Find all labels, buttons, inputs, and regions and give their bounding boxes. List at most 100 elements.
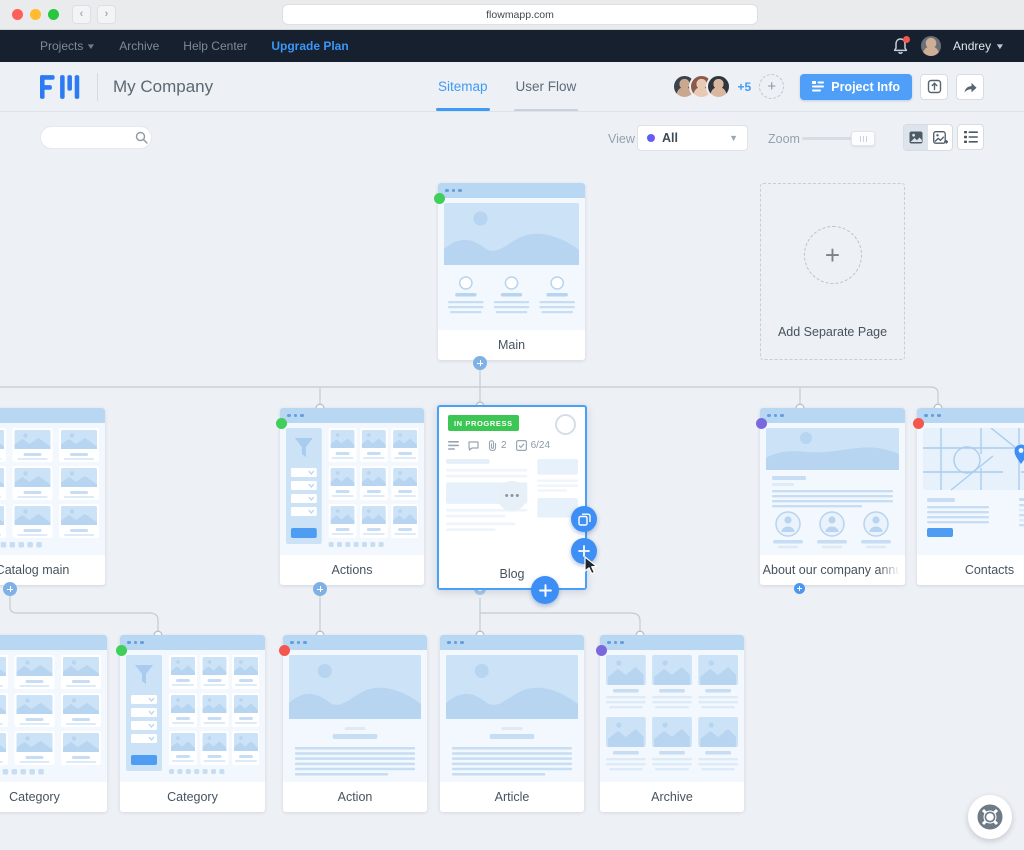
- page-label: Archive: [600, 782, 744, 812]
- status-dot-green: [276, 418, 287, 429]
- card-header: [280, 408, 424, 423]
- show-thumbnails-button[interactable]: [904, 125, 928, 150]
- wireframe-landing: [438, 198, 585, 330]
- page-label: Category: [0, 782, 107, 812]
- add-child-node-actions[interactable]: [313, 582, 327, 596]
- page-card-category-1[interactable]: Category: [0, 635, 107, 812]
- page-label: Article: [440, 782, 584, 812]
- more-options-button[interactable]: [497, 481, 527, 511]
- wireframe-contacts: [917, 423, 1024, 555]
- add-child-node-about[interactable]: [794, 583, 805, 594]
- page-card-catalog-main[interactable]: Catalog main: [0, 408, 105, 585]
- page-label: Actions: [280, 555, 424, 585]
- page-card-archive[interactable]: Archive: [600, 635, 744, 812]
- share-button[interactable]: [956, 74, 984, 100]
- life-buoy-icon: [977, 804, 1003, 830]
- add-collaborator-button[interactable]: +: [759, 74, 784, 99]
- add-child-node-catalog[interactable]: [3, 582, 17, 596]
- status-dot-purple: [596, 645, 607, 656]
- progress-ring[interactable]: [555, 414, 576, 435]
- add-page-label: Add Separate Page: [761, 325, 904, 339]
- image-export-icon: [933, 131, 948, 144]
- card-header: [0, 635, 107, 650]
- close-window-icon[interactable]: [12, 9, 23, 20]
- card-header: [283, 635, 427, 650]
- tab-sitemap[interactable]: Sitemap: [438, 62, 488, 111]
- wireframe-filter-catalog: [120, 650, 265, 782]
- page-card-article[interactable]: Article: [440, 635, 584, 812]
- page-card-main[interactable]: Main: [438, 183, 585, 360]
- checklist-icon: [516, 440, 527, 451]
- page-card-actions[interactable]: Actions: [280, 408, 424, 585]
- wireframe-catalog: [0, 423, 105, 555]
- thumbnail-view-toggle: [903, 124, 953, 151]
- page-label: Contacts: [917, 555, 1024, 585]
- page-card-action[interactable]: Action: [283, 635, 427, 812]
- project-title: My Company: [113, 77, 213, 97]
- list-view-button[interactable]: [957, 124, 984, 150]
- back-icon[interactable]: ‹: [72, 5, 91, 24]
- status-dot-purple: [756, 418, 767, 429]
- flowmapp-logo-icon[interactable]: [40, 75, 82, 99]
- page-label: Main: [438, 330, 585, 360]
- add-separate-page-button[interactable]: + Add Separate Page: [760, 183, 905, 360]
- task-progress: 6/24: [531, 440, 550, 451]
- page-card-contacts[interactable]: Contacts: [917, 408, 1024, 585]
- chevron-down-icon: ▼: [729, 133, 738, 143]
- status-dot-red: [913, 418, 924, 429]
- export-icon: [927, 79, 942, 94]
- divider: [97, 73, 98, 101]
- wireframe-about: [760, 423, 905, 555]
- wireframe-catalog: [0, 650, 107, 782]
- attachment-count: 2: [501, 440, 507, 451]
- card-header: [600, 635, 744, 650]
- app-header: My Company Sitemap User Flow +5 + Projec…: [0, 62, 1024, 112]
- search-icon: [135, 131, 148, 144]
- notifications-button[interactable]: [892, 37, 909, 55]
- image-view-icon: [909, 131, 923, 144]
- search-input[interactable]: [51, 132, 135, 144]
- card-header: [120, 635, 265, 650]
- card-header: [0, 408, 105, 423]
- url-bar[interactable]: flowmapp.com: [283, 5, 757, 24]
- nav-item-projects[interactable]: Projects▼: [40, 39, 95, 53]
- avatar[interactable]: [921, 36, 941, 56]
- page-card-blog-selected[interactable]: IN PROGRESS 2 6/24 Blog: [437, 405, 587, 590]
- mouse-cursor-icon: [584, 556, 600, 575]
- duplicate-page-button[interactable]: [571, 506, 597, 532]
- nav-item-help-center[interactable]: Help Center: [183, 39, 247, 53]
- zoom-slider-handle[interactable]: [851, 131, 875, 146]
- export-button[interactable]: [920, 74, 948, 100]
- url-text: flowmapp.com: [486, 9, 554, 21]
- page-card-about[interactable]: About our company annu: [760, 408, 905, 585]
- add-page-below-button[interactable]: [531, 576, 559, 604]
- status-badge: IN PROGRESS: [448, 415, 519, 431]
- status-dot-green: [434, 193, 445, 204]
- view-filter-value: All: [662, 131, 678, 145]
- hide-thumbnails-button[interactable]: [928, 125, 952, 150]
- help-button[interactable]: [968, 795, 1012, 839]
- nav-item-archive[interactable]: Archive: [119, 39, 159, 53]
- project-info-button[interactable]: Project Info: [800, 74, 912, 100]
- wireframe-article: [283, 650, 427, 782]
- notification-badge: [903, 36, 910, 43]
- page-label: Action: [283, 782, 427, 812]
- nav-item-upgrade-plan[interactable]: Upgrade Plan: [271, 39, 348, 53]
- page-label: Category: [120, 782, 265, 812]
- page-card-category-2[interactable]: Category: [120, 635, 265, 812]
- user-menu[interactable]: Andrey ▼: [953, 39, 1004, 53]
- plus-icon: +: [804, 226, 862, 284]
- top-nav: Projects▼ Archive Help Center Upgrade Pl…: [0, 30, 1024, 62]
- add-child-node-main[interactable]: [473, 356, 487, 370]
- minimize-window-icon[interactable]: [30, 9, 41, 20]
- search-box: [40, 126, 152, 149]
- view-filter-dropdown[interactable]: All ▼: [637, 125, 748, 151]
- collaborator-avatars[interactable]: [672, 74, 731, 99]
- filter-color-dot: [647, 134, 655, 142]
- forward-icon[interactable]: ›: [97, 5, 116, 24]
- collaborators-extra-count[interactable]: +5: [738, 80, 752, 94]
- page-label: About our company annu: [760, 555, 905, 585]
- tab-user-flow[interactable]: User Flow: [516, 62, 577, 111]
- expand-window-icon[interactable]: [48, 9, 59, 20]
- browser-chrome: ‹ › flowmapp.com: [0, 0, 1024, 30]
